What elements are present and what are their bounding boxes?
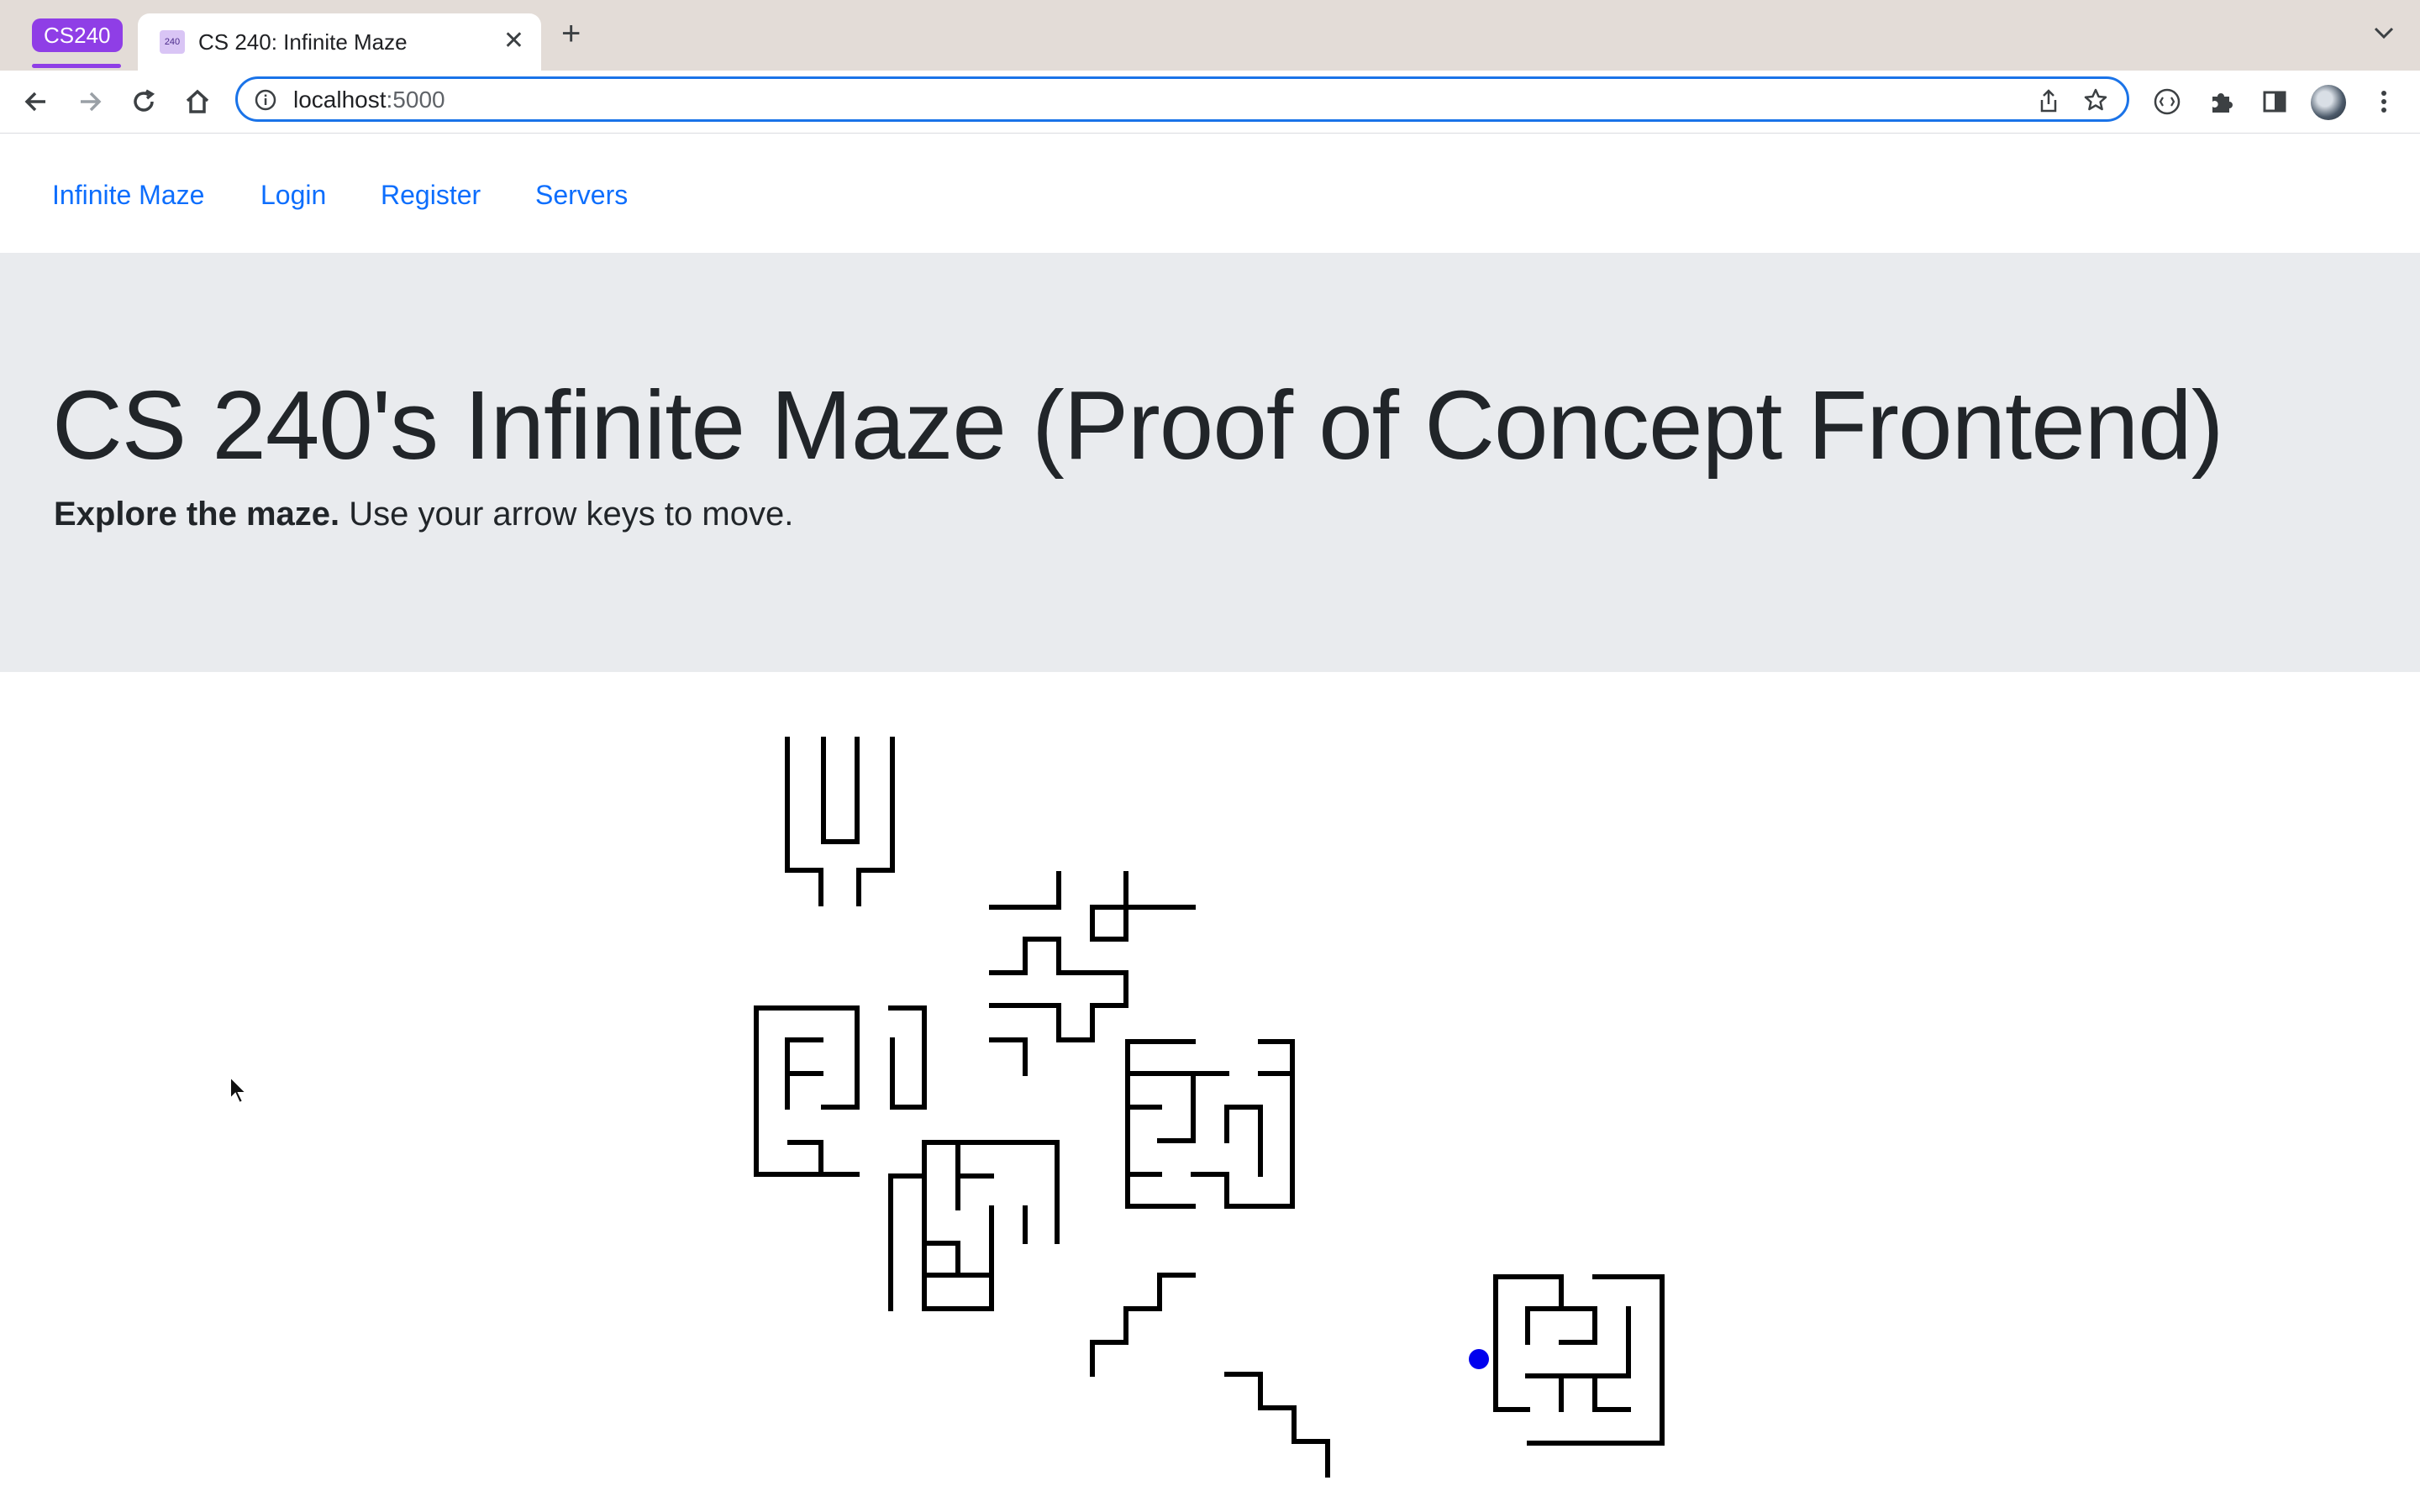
- url-host: localhost: [293, 87, 387, 113]
- hero-lead-text: Use your arrow keys to move.: [339, 496, 794, 533]
- maze-wall: [989, 871, 1061, 910]
- maze-wall: [1090, 871, 1196, 942]
- maze-wall: [1527, 1274, 1665, 1446]
- tab-favicon-icon: 240: [160, 30, 185, 54]
- maze-wall: [1525, 1306, 1597, 1345]
- browser-tab-strip: CS240 240 CS 240: Infinite Maze ✕ +: [0, 0, 2420, 71]
- forward-arrow-icon[interactable]: [74, 86, 106, 118]
- tab-group-underline: [32, 64, 121, 68]
- maze-wall: [1090, 1273, 1196, 1377]
- hero-banner: CS 240's Infinite Maze (Proof of Concept…: [0, 253, 2420, 672]
- tab-search-chevron-icon[interactable]: [2373, 25, 2395, 45]
- maze-wall: [1125, 1039, 1196, 1209]
- maze-canvas[interactable]: [0, 722, 2420, 1512]
- site-navbar: Infinite Maze Login Register Servers: [0, 134, 2420, 252]
- nav-link-login[interactable]: Login: [260, 178, 326, 212]
- mouse-cursor-icon: [229, 1074, 250, 1110]
- url-port: :5000: [386, 87, 445, 113]
- maze-wall: [1224, 1372, 1330, 1478]
- site-info-icon[interactable]: [255, 89, 276, 111]
- maze-wall: [1191, 1039, 1295, 1209]
- nav-link-register[interactable]: Register: [381, 178, 481, 212]
- maze-wall: [888, 1005, 927, 1110]
- url-text[interactable]: localhost:5000: [293, 87, 445, 113]
- maze-wall: [955, 1140, 1060, 1244]
- profile-avatar[interactable]: [2311, 85, 2346, 120]
- maze-wall: [787, 1140, 823, 1177]
- maze-wall: [922, 1241, 960, 1278]
- maze-wall: [821, 737, 860, 844]
- active-tab[interactable]: 240 CS 240: Infinite Maze ✕: [138, 13, 541, 71]
- share-icon[interactable]: [2038, 88, 2060, 118]
- address-bar[interactable]: localhost:5000: [235, 76, 2129, 122]
- browser-toolbar: localhost:5000: [0, 71, 2420, 134]
- side-panel-icon[interactable]: [2259, 86, 2291, 118]
- maze-wall: [989, 1037, 1028, 1076]
- back-arrow-icon[interactable]: [20, 86, 52, 118]
- extensions-puzzle-icon[interactable]: [2205, 86, 2237, 118]
- player-dot: [1469, 1349, 1489, 1369]
- maze-wall: [1157, 1071, 1196, 1143]
- bookmark-star-icon[interactable]: [2083, 87, 2108, 117]
- hero-lead: Explore the maze. Use your arrow keys to…: [54, 493, 793, 535]
- maze-wall: [989, 937, 1128, 1042]
- reload-icon[interactable]: [128, 86, 160, 118]
- nav-link-servers[interactable]: Servers: [535, 178, 628, 212]
- maze-wall: [754, 1005, 860, 1177]
- browser-menu-kebab-icon[interactable]: [2368, 86, 2400, 118]
- hero-lead-bold: Explore the maze.: [54, 496, 340, 533]
- maze-wall: [1493, 1274, 1530, 1412]
- page-title: CS 240's Infinite Maze (Proof of Concept…: [52, 370, 2223, 480]
- tab-group-chip[interactable]: CS240: [32, 18, 123, 52]
- new-tab-plus-icon[interactable]: +: [561, 17, 581, 50]
- maze-wall: [1224, 1105, 1263, 1177]
- maze-wall: [785, 737, 823, 906]
- tab-title: CS 240: Infinite Maze: [198, 29, 408, 55]
- navbar-brand-link[interactable]: Infinite Maze: [52, 178, 204, 212]
- maze-wall: [890, 1037, 927, 1110]
- maze-wall: [1592, 1373, 1631, 1412]
- extension-dotted-icon[interactable]: [2151, 86, 2183, 118]
- maze-wall: [821, 1005, 860, 1110]
- tab-close-icon[interactable]: ✕: [503, 27, 524, 55]
- home-icon[interactable]: [182, 86, 213, 118]
- maze-wall: [856, 737, 895, 906]
